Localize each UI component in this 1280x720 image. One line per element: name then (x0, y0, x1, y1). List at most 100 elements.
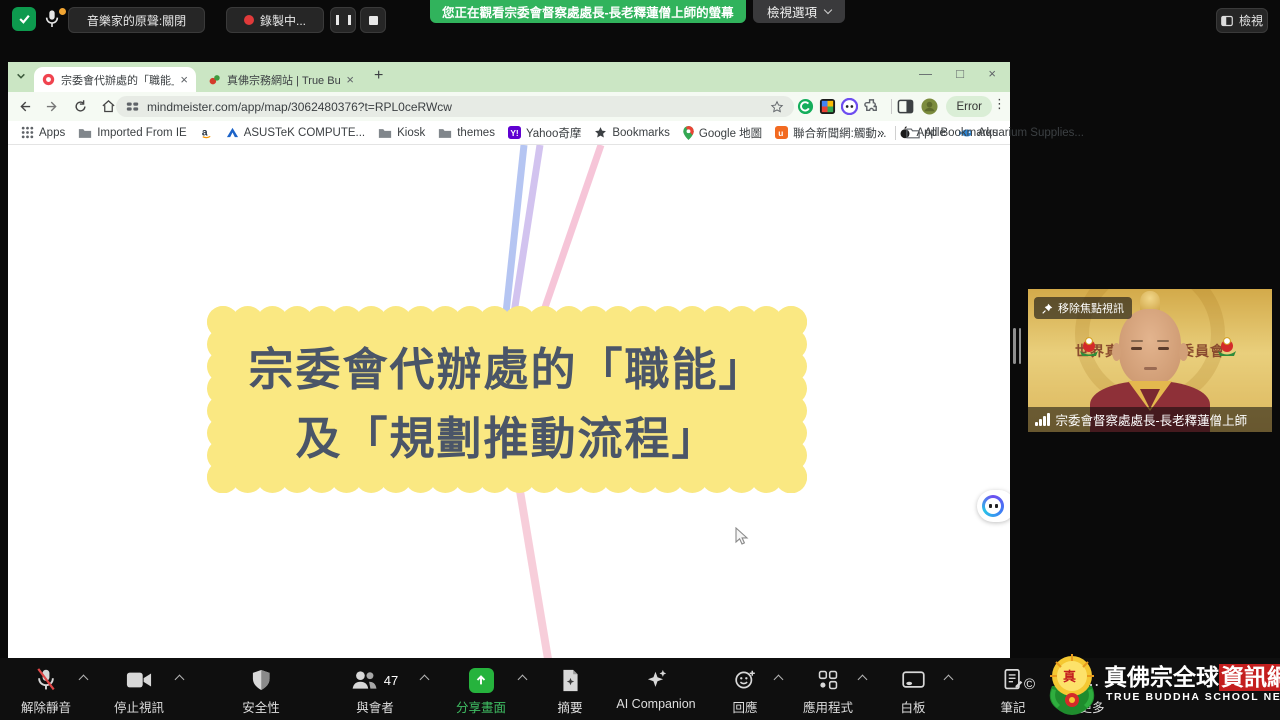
true-buddha-favicon (208, 73, 221, 86)
share-screen-button[interactable]: 分享畫面 (456, 667, 506, 716)
view-options-button[interactable]: 檢視選項 (753, 0, 845, 23)
participants-button[interactable]: 47 與會者 (352, 667, 398, 716)
ai-companion-button[interactable]: AI Companion (616, 667, 695, 711)
toolbar-divider (891, 99, 892, 114)
participants-options-chevron[interactable] (420, 675, 430, 685)
camera-icon (126, 670, 152, 690)
address-bar[interactable]: mindmeister.com/app/map/3062480376?t=RPL… (116, 96, 794, 117)
bookmark-kiosk-folder[interactable]: Kiosk (378, 127, 425, 139)
close-tab-icon[interactable]: × (346, 72, 354, 87)
window-close-button[interactable]: × (988, 66, 996, 81)
bookmark-imported-folder[interactable]: Imported From IE (78, 127, 186, 139)
bookmark-apps[interactable]: Apps (21, 126, 65, 139)
new-tab-button[interactable]: + (374, 67, 383, 85)
share-options-chevron[interactable] (518, 675, 528, 685)
browser-tab-strip: 宗委會代辦處的「職能」及「規劃 × 真佛宗務網站 | True Buddha S… (8, 62, 1010, 92)
security-button[interactable]: 安全性 (242, 667, 280, 716)
banner-text: 您正在觀看宗委會督察處處長-長老釋蓮僧上師的螢幕 (442, 2, 734, 21)
recording-label: 錄製中... (260, 12, 306, 29)
tab-true-buddha[interactable]: 真佛宗務網站 | True Buddha Sch × (200, 67, 362, 92)
side-panel-icon[interactable] (897, 98, 914, 115)
reactions-options-chevron[interactable] (774, 675, 784, 685)
bookmarks-overflow-chevron[interactable]: » (877, 125, 884, 140)
zoom-meeting-screen: 音樂家的原聲:關閉 錄製中... 您正在觀看宗委會督察處處長-長老釋蓮僧上師的螢… (0, 0, 1280, 720)
bookmark-star-icon[interactable] (770, 100, 784, 114)
meeting-security-shield-icon[interactable] (12, 7, 36, 31)
bookmark-themes-folder[interactable]: themes (438, 127, 495, 139)
mindmap-root-node[interactable]: 宗委會代辦處的「職能」 及「規劃推動流程」 (207, 306, 807, 493)
lotus-emblem-icon (1076, 333, 1102, 359)
view-options-label: 檢視選項 (767, 2, 817, 21)
apps-options-chevron[interactable] (858, 675, 868, 685)
tab-mindmeister[interactable]: 宗委會代辦處的「職能」及「規劃 × (34, 67, 196, 92)
tbsn-title: 真佛宗全球資訊網 (1104, 658, 1280, 692)
close-tab-icon[interactable]: × (180, 72, 188, 87)
error-badge[interactable]: Error (946, 96, 992, 117)
microphone-status-icon[interactable] (44, 8, 64, 32)
chrome-browser-window: 宗委會代辦處的「職能」及「規劃 × 真佛宗務網站 | True Buddha S… (8, 62, 1010, 658)
chevron-down-icon (824, 6, 832, 14)
tab-search-chevron-icon[interactable] (16, 71, 26, 81)
apps-icon (817, 669, 839, 691)
extension-color-icon[interactable] (819, 98, 836, 115)
site-info-icon[interactable] (126, 100, 139, 113)
window-maximize-button[interactable]: □ (956, 66, 964, 81)
extension-assistant-icon[interactable] (841, 98, 858, 115)
bookmark-bookmarks[interactable]: Bookmarks (594, 126, 670, 139)
view-label: 檢視 (1239, 12, 1263, 29)
mindmap-canvas[interactable]: 宗委會代辦處的「職能」 及「規劃推動流程」 (8, 144, 1010, 658)
folder-icon (378, 127, 392, 139)
speaker-video-thumbnail[interactable]: 世界真佛宗宗務委員會 宗委會督察處處長-長老釋蓮僧上師 移除焦點視訊 (1028, 289, 1272, 432)
speaker-face (1119, 309, 1181, 385)
reactions-button[interactable]: 回應 (732, 667, 757, 716)
pause-recording-button[interactable] (330, 7, 356, 33)
assistant-widget-button[interactable] (977, 490, 1010, 522)
extensions-puzzle-icon[interactable] (863, 98, 880, 115)
view-button[interactable]: 檢視 (1216, 8, 1268, 33)
asus-icon (226, 126, 239, 139)
svg-text:Y!: Y! (510, 128, 518, 138)
summary-doc-icon (560, 669, 580, 692)
error-label: Error (956, 101, 982, 113)
sparkle-icon (644, 668, 668, 692)
bookmark-amazon[interactable]: a (200, 126, 213, 139)
participant-name: 宗委會督察處處長-長老釋蓮僧上師 (1056, 410, 1248, 429)
amazon-icon: a (200, 126, 213, 139)
mute-options-chevron[interactable] (79, 675, 89, 685)
original-sound-button[interactable]: 音樂家的原聲:關閉 (68, 7, 205, 33)
whiteboard-options-chevron[interactable] (944, 675, 954, 685)
stop-recording-button[interactable] (360, 7, 386, 33)
bookmark-yahoo[interactable]: Y! Yahoo奇摩 (508, 125, 581, 141)
back-button[interactable] (12, 95, 36, 119)
window-minimize-button[interactable]: — (919, 66, 932, 81)
forward-button[interactable] (40, 95, 64, 119)
folder-icon (906, 127, 920, 139)
tbsn-emblem-icon: 真 (1042, 652, 1102, 716)
bookmark-google-maps[interactable]: Google 地圖 (683, 125, 762, 141)
assistant-face-icon (982, 495, 1004, 517)
extension-green-icon[interactable] (797, 98, 814, 115)
all-bookmarks-folder[interactable]: All Bookmarks (906, 127, 999, 139)
video-panel-drag-handle[interactable] (1013, 328, 1022, 364)
whiteboard-button[interactable]: 白板 (900, 667, 925, 716)
svg-text:u: u (778, 128, 783, 138)
apps-grid-icon (21, 126, 34, 139)
mindmeister-favicon (42, 73, 55, 86)
bookmark-asus[interactable]: ASUSTeK COMPUTE... (226, 126, 365, 139)
notes-button[interactable]: 筆記 (1000, 667, 1025, 716)
browser-menu-icon[interactable]: ⋮ (993, 96, 1006, 112)
udn-icon: u (775, 126, 788, 139)
profile-avatar[interactable] (921, 98, 938, 115)
remove-pin-video-button[interactable]: 移除焦點視訊 (1034, 297, 1132, 319)
tbsn-subtitle: TRUE BUDDHA SCHOOL NET (1106, 691, 1280, 703)
apps-button[interactable]: 應用程式 (803, 667, 853, 716)
reload-button[interactable] (68, 95, 92, 119)
summary-button[interactable]: 摘要 (557, 667, 582, 716)
url-text[interactable]: mindmeister.com/app/map/3062480376?t=RPL… (147, 100, 762, 114)
stop-video-button[interactable]: 停止視訊 (114, 667, 164, 716)
video-options-chevron[interactable] (175, 675, 185, 685)
participants-count: 47 (384, 673, 398, 688)
unmute-button[interactable]: 解除靜音 (21, 667, 71, 716)
bookmark-udn-news[interactable]: u 聯合新聞網:觸動... (775, 125, 886, 141)
folder-icon (438, 127, 452, 139)
